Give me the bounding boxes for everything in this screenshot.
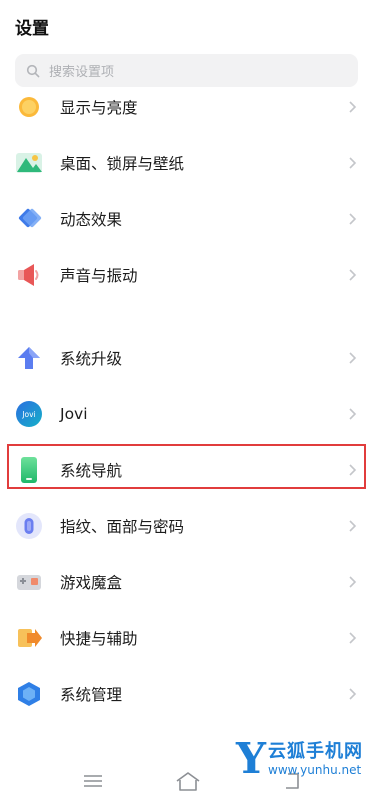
chevron-right-icon [349, 408, 357, 420]
system-management-icon [14, 679, 44, 709]
settings-item-label: Jovi [60, 405, 88, 423]
settings-item-label: 系统管理 [60, 686, 123, 704]
chevron-right-icon [349, 269, 357, 281]
jovi-icon: Jovi [14, 399, 44, 429]
home-icon[interactable] [174, 770, 202, 792]
settings-item-jovi[interactable]: Jovi Jovi [0, 386, 373, 442]
settings-list: 显示与亮度 桌面、锁屏与壁纸 动态效果 声音与振动 系统升级 Jovi Jovi… [0, 79, 373, 722]
settings-screen: 设置 搜索设置项 显示与亮度 桌面、锁屏与壁纸 动态效果 声音与振动 系统升级 … [0, 0, 373, 798]
watermark-name: 云狐手机网 [268, 741, 363, 762]
menu-icon[interactable] [81, 770, 105, 792]
settings-item-animation[interactable]: 动态效果 [0, 191, 373, 247]
chevron-right-icon [349, 632, 357, 644]
settings-item-label: 指纹、面部与密码 [60, 518, 185, 536]
settings-item-display[interactable]: 显示与亮度 [0, 79, 373, 135]
chevron-right-icon [349, 213, 357, 225]
chevron-right-icon [349, 520, 357, 532]
settings-item-label: 动态效果 [60, 211, 123, 229]
chevron-right-icon [349, 352, 357, 364]
wallpaper-icon [14, 148, 44, 178]
settings-item-label: 显示与亮度 [60, 99, 138, 117]
settings-item-wallpaper[interactable]: 桌面、锁屏与壁纸 [0, 135, 373, 191]
settings-item-label: 系统升级 [60, 350, 123, 368]
upgrade-arrow-icon [14, 343, 44, 373]
settings-item-sound[interactable]: 声音与振动 [0, 247, 373, 303]
settings-item-label: 声音与振动 [60, 267, 138, 285]
settings-item-fingerprint[interactable]: 指纹、面部与密码 [0, 498, 373, 554]
search-icon [26, 64, 40, 77]
phone-navigation-icon [14, 455, 44, 485]
watermark-text: 云狐手机网 www.yunhu.net [268, 737, 363, 777]
settings-item-label: 快捷与辅助 [60, 630, 138, 648]
search-placeholder: 搜索设置项 [49, 65, 115, 80]
chevron-right-icon [349, 688, 357, 700]
settings-item-shortcut[interactable]: 快捷与辅助 [0, 610, 373, 666]
settings-item-game-box[interactable]: 游戏魔盒 [0, 554, 373, 610]
game-box-icon [14, 567, 44, 597]
settings-item-label: 桌面、锁屏与壁纸 [60, 155, 185, 173]
brightness-icon [14, 92, 44, 122]
watermark: Y 云狐手机网 www.yunhu.net [236, 737, 363, 780]
watermark-logo: Y [236, 734, 266, 783]
svg-text:Jovi: Jovi [21, 410, 35, 419]
settings-item-label: 系统导航 [60, 462, 123, 480]
speaker-icon [14, 260, 44, 290]
settings-item-system-management[interactable]: 系统管理 [0, 666, 373, 722]
settings-item-navigation[interactable]: 系统导航 [0, 442, 373, 498]
animation-icon [14, 204, 44, 234]
chevron-right-icon [349, 576, 357, 588]
shortcut-icon [14, 623, 44, 653]
settings-item-label: 游戏魔盒 [60, 574, 123, 592]
settings-item-upgrade[interactable]: 系统升级 [0, 330, 373, 386]
chevron-right-icon [349, 464, 357, 476]
chevron-right-icon [349, 157, 357, 169]
page-title: 设置 [15, 19, 49, 39]
watermark-url: www.yunhu.net [268, 763, 362, 777]
fingerprint-icon [14, 511, 44, 541]
chevron-right-icon [349, 101, 357, 113]
